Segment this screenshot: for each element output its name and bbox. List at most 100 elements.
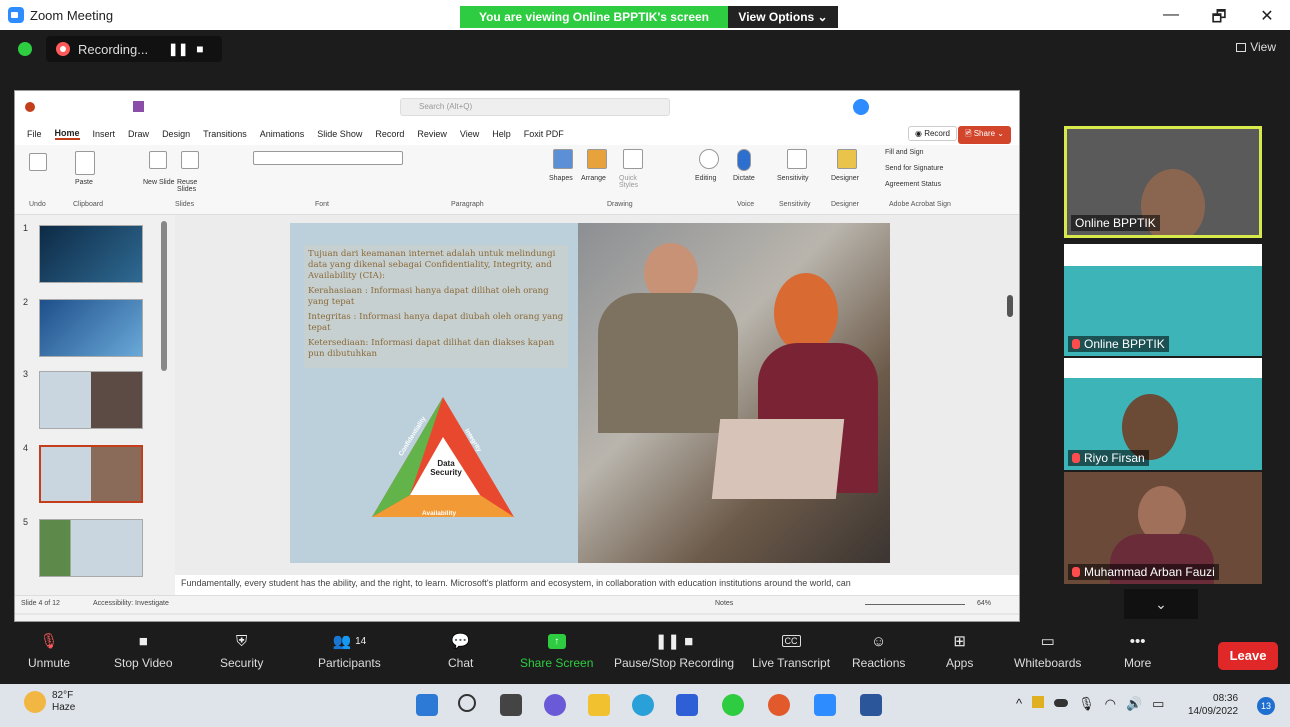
shapes-icon[interactable] — [553, 149, 573, 169]
stop-video-button[interactable]: ■ Stop Video — [114, 632, 173, 671]
leave-button[interactable]: Leave — [1218, 642, 1278, 670]
tab-home[interactable]: Home — [54, 128, 80, 140]
ppt-ribbon: Paste New Slide Reuse Slides Shapes Arra… — [15, 145, 1019, 215]
quick-styles-icon[interactable] — [623, 149, 643, 169]
more-button[interactable]: ••• More — [1124, 632, 1152, 671]
pen-app-icon[interactable] — [676, 694, 698, 716]
pause-stop-recording-button[interactable]: ❚❚ ■ Pause/Stop Recording — [614, 632, 734, 670]
maximize-button[interactable]: 🗗 — [1204, 6, 1234, 33]
tab-record[interactable]: Record — [375, 129, 404, 139]
meeting-top-bar: Recording... ❚❚ ■ View — [0, 30, 1290, 68]
participants-button[interactable]: 👥 14 Participants — [318, 632, 381, 670]
whiteboards-label: Whiteboards — [1014, 656, 1082, 670]
edge-browser-icon[interactable] — [632, 694, 654, 716]
search-icon[interactable] — [458, 694, 476, 712]
tab-transitions[interactable]: Transitions — [203, 129, 247, 139]
file-explorer-icon[interactable] — [588, 694, 610, 716]
weather-widget[interactable]: 82°F Haze — [24, 690, 75, 714]
task-view-icon[interactable] — [500, 694, 522, 716]
chrome-icon[interactable] — [768, 694, 790, 716]
more-participants-chevron-icon[interactable]: ⌄ — [1124, 589, 1198, 619]
zoom-slider[interactable] — [865, 604, 965, 605]
participant-tile[interactable]: Online BPPTIK — [1064, 244, 1262, 356]
participant-tile[interactable]: Muhammad Arban Fauzi — [1064, 472, 1262, 584]
new-slide-icon[interactable] — [149, 151, 167, 169]
font-name-dropdown[interactable] — [253, 151, 403, 165]
participant-tile-active-speaker[interactable]: Online BPPTIK — [1064, 126, 1262, 238]
tab-view[interactable]: View — [460, 129, 479, 139]
tab-review[interactable]: Review — [417, 129, 447, 139]
onedrive-cloud-icon[interactable] — [1054, 699, 1069, 707]
tray-expand-icon[interactable]: ^ — [1016, 696, 1022, 712]
zoom-percentage[interactable]: 64% — [977, 600, 991, 607]
tab-help[interactable]: Help — [492, 129, 511, 139]
whiteboards-button[interactable]: ▭ Whiteboards — [1014, 632, 1081, 670]
reuse-slides-icon[interactable] — [181, 151, 199, 169]
battery-icon[interactable]: ▭ — [1152, 696, 1164, 712]
tab-slide-show[interactable]: Slide Show — [317, 129, 362, 139]
slide-text-box[interactable]: Tujuan dari keamanan internet adalah unt… — [304, 245, 568, 368]
sensitivity-icon[interactable] — [787, 149, 807, 169]
stop-recording-icon[interactable]: ■ — [196, 42, 203, 56]
thumbnail-scrollbar[interactable] — [161, 221, 167, 371]
tab-design[interactable]: Design — [162, 129, 190, 139]
ppt-record-button[interactable]: ◉ Record — [908, 126, 957, 141]
accessibility-status[interactable]: Accessibility: Investigate — [93, 600, 169, 607]
tab-animations[interactable]: Animations — [260, 129, 305, 139]
slide-paragraph: Integritas : Informasi hanya dapat diuba… — [308, 312, 564, 333]
tab-foxit-pdf[interactable]: Foxit PDF — [524, 129, 564, 139]
view-layout-button[interactable]: View — [1236, 40, 1276, 54]
thumb-number: 2 — [23, 297, 29, 307]
pause-recording-icon[interactable]: ❚❚ — [168, 42, 188, 56]
volume-icon[interactable]: 🔊 — [1126, 696, 1142, 712]
word-icon[interactable] — [860, 694, 882, 716]
reactions-button[interactable]: ☺ Reactions — [852, 632, 905, 671]
laptop — [711, 419, 845, 499]
close-button[interactable]: ✕ — [1252, 6, 1282, 26]
slide-thumbnail[interactable] — [39, 225, 143, 283]
tab-file[interactable]: File — [27, 129, 42, 139]
ppt-share-button[interactable]: 🖻 Share ⌄ — [958, 126, 1011, 144]
whatsapp-icon[interactable] — [722, 694, 744, 716]
encryption-shield-icon[interactable] — [18, 42, 32, 56]
teams-chat-icon[interactable] — [544, 694, 566, 716]
tray-app-icon[interactable] — [1032, 696, 1045, 708]
participant-tile[interactable]: Riyo Firsan — [1064, 358, 1262, 470]
current-slide[interactable]: Tujuan dari keamanan internet adalah unt… — [290, 223, 890, 563]
notification-badge[interactable]: 13 — [1257, 697, 1275, 715]
dictate-mic-icon[interactable] — [737, 149, 751, 171]
designer-icon[interactable] — [837, 149, 857, 169]
security-button[interactable]: ⛨ Security — [220, 632, 263, 671]
share-screen-button[interactable]: ↑ Share Screen — [520, 632, 593, 670]
slide-thumbnail[interactable] — [39, 519, 143, 577]
editing-search-icon[interactable] — [699, 149, 719, 169]
view-options-button[interactable]: View Options ⌄ — [728, 6, 838, 28]
apps-button[interactable]: ⊞ Apps — [946, 632, 973, 670]
more-label: More — [1124, 656, 1152, 670]
taskbar-clock[interactable]: 08:36 14/09/2022 — [1188, 692, 1238, 718]
chat-button[interactable]: 💬 Chat — [448, 632, 473, 670]
microphone-icon[interactable]: 🎙 — [1078, 696, 1095, 712]
notes-toggle[interactable]: Notes — [715, 600, 733, 607]
ppt-search-box[interactable]: Search (Alt+Q) — [400, 98, 670, 116]
live-transcript-button[interactable]: CC Live Transcript — [752, 632, 830, 670]
paste-icon[interactable] — [75, 151, 95, 175]
tab-insert[interactable]: Insert — [93, 129, 116, 139]
arrange-icon[interactable] — [587, 149, 607, 169]
tab-draw[interactable]: Draw — [128, 129, 149, 139]
agreement-status-button[interactable]: Agreement Status — [885, 181, 941, 188]
fill-and-sign-button[interactable]: Fill and Sign — [885, 149, 924, 156]
unmute-button[interactable]: 🎙 Unmute — [28, 632, 70, 670]
minimize-button[interactable]: — — [1156, 6, 1186, 24]
slide-scrollbar[interactable] — [1007, 295, 1013, 317]
start-windows-icon[interactable] — [416, 694, 438, 716]
wifi-icon[interactable]: ◠ — [1105, 696, 1116, 712]
zoom-taskbar-icon[interactable] — [814, 694, 836, 716]
slide-thumbnail[interactable] — [39, 371, 143, 429]
slide-thumbnail-selected[interactable] — [39, 445, 143, 503]
ppt-title-bar: Search (Alt+Q) — [15, 91, 1019, 123]
send-for-signature-button[interactable]: Send for Signature — [885, 165, 943, 172]
undo-icon[interactable] — [29, 153, 47, 171]
speaker-notes[interactable]: Fundamentally, every student has the abi… — [175, 575, 1019, 595]
slide-thumbnail[interactable] — [39, 299, 143, 357]
